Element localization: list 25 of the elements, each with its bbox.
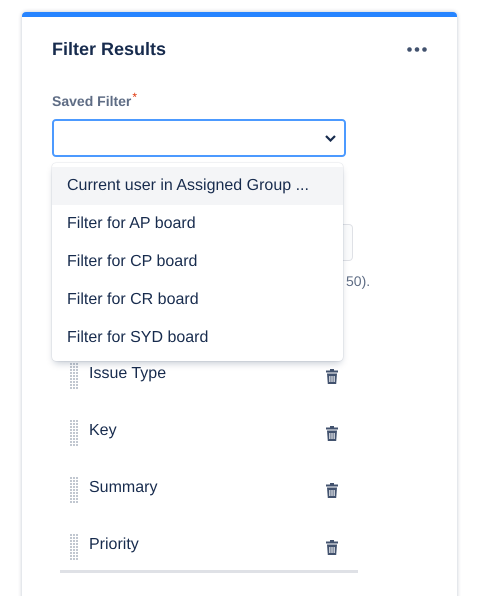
drag-handle-icon[interactable]: [70, 363, 78, 389]
chevron-down-icon: [325, 134, 336, 142]
dropdown-option[interactable]: Current user in Assigned Group ...: [52, 167, 343, 205]
drag-handle-icon[interactable]: [70, 534, 78, 560]
dropdown-option[interactable]: Filter for CR board: [52, 281, 343, 319]
more-icon[interactable]: [407, 47, 427, 52]
column-name: Issue Type: [89, 364, 168, 384]
input-field[interactable]: [342, 224, 353, 261]
drag-handle-icon[interactable]: [70, 420, 78, 446]
required-mark: *: [132, 91, 138, 103]
dropdown-option[interactable]: Filter for SYD board: [52, 319, 343, 357]
dropdown-option[interactable]: Filter for CP board: [52, 243, 343, 281]
panel-title: Filter Results: [52, 38, 166, 61]
trash-icon[interactable]: [325, 425, 339, 442]
column-name: Key: [89, 421, 118, 441]
dropdown-option[interactable]: Filter for AP board: [52, 205, 343, 243]
saved-filter-select[interactable]: [52, 119, 346, 157]
trash-icon[interactable]: [325, 368, 339, 385]
drag-handle-icon[interactable]: [70, 477, 78, 503]
field-label: Saved Filter: [52, 92, 132, 111]
column-name: Priority: [89, 535, 140, 555]
trash-icon[interactable]: [325, 539, 339, 556]
trash-icon[interactable]: [325, 482, 339, 499]
column-name: Summary: [89, 478, 158, 498]
hint-text: 50).: [346, 273, 370, 289]
